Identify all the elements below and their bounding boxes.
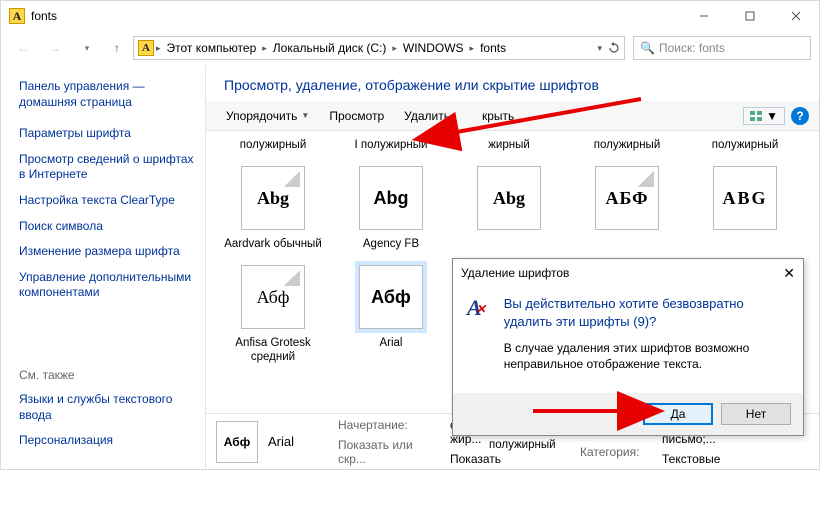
details-key: Категория:: [580, 445, 652, 459]
window-title: fonts: [31, 9, 57, 23]
minimize-button[interactable]: [681, 1, 727, 31]
nav-forward-button[interactable]: →: [41, 36, 69, 60]
sidebar-link[interactable]: Управление дополнительными компонентами: [19, 270, 195, 301]
font-item[interactable]: Abg: [450, 162, 568, 261]
sidebar-link[interactable]: Настройка текста ClearType: [19, 193, 195, 209]
font-label[interactable]: I полужирный: [351, 135, 432, 162]
font-label: [741, 234, 749, 248]
explorer-window: A fonts ← → ▾ ↑ A ▸ Этот компьютер ▸ Лок…: [0, 0, 820, 470]
chevron-down-icon: ▼: [301, 111, 309, 120]
dialog-titlebar: Удаление шрифтов ✕: [453, 259, 803, 287]
close-button[interactable]: [773, 1, 819, 31]
font-thumb: ABG: [713, 166, 777, 230]
sidebar-link[interactable]: Персонализация: [19, 433, 195, 449]
font-label: полужирный: [489, 439, 556, 451]
font-thumb: Abg: [359, 166, 423, 230]
see-also-heading: См. также: [19, 368, 195, 382]
chevron-right-icon[interactable]: ▸: [470, 43, 475, 54]
sidebar-link[interactable]: Параметры шрифта: [19, 126, 195, 142]
breadcrumb[interactable]: A ▸ Этот компьютер ▸ Локальный диск (C:)…: [133, 36, 625, 60]
font-item[interactable]: Abg Agency FB: [332, 162, 450, 261]
chevron-right-icon[interactable]: ▸: [392, 43, 397, 54]
font-item[interactable]: Abg Aardvark обычный: [214, 162, 332, 261]
nav-recent-button[interactable]: ▾: [73, 36, 101, 60]
refresh-button[interactable]: [604, 42, 624, 54]
breadcrumb-seg[interactable]: Локальный диск (C:): [269, 41, 391, 55]
font-label: Anfisa Grotesk средний: [214, 333, 332, 373]
font-item-selected[interactable]: Абф Arial: [332, 261, 450, 373]
font-thumb: АБФ: [595, 166, 659, 230]
font-item[interactable]: АБФ: [568, 162, 686, 261]
font-thumb: Абф: [359, 265, 423, 329]
fonts-folder-icon: A: [138, 40, 154, 56]
sidebar-link[interactable]: Поиск символа: [19, 219, 195, 235]
search-icon: 🔍: [640, 41, 655, 55]
fonts-folder-icon: A: [9, 8, 25, 24]
annotation-arrow: [431, 93, 651, 146]
sidebar-link[interactable]: Просмотр сведений о шрифтах в Интернете: [19, 152, 195, 183]
chevron-right-icon[interactable]: ▸: [156, 43, 161, 54]
font-label: Aardvark обычный: [220, 234, 326, 261]
font-thumb: Abg: [477, 166, 541, 230]
font-item[interactable]: Абф Anfisa Grotesk средний: [214, 261, 332, 373]
font-delete-icon: A✕: [467, 295, 492, 393]
search-input[interactable]: 🔍 Поиск: fonts: [633, 36, 811, 60]
font-thumb: Abg: [241, 166, 305, 230]
breadcrumb-seg[interactable]: Этот компьютер: [163, 41, 261, 55]
breadcrumb-seg[interactable]: WINDOWS: [399, 41, 468, 55]
control-panel-home-link[interactable]: Панель управления — домашняя страница: [19, 79, 195, 110]
details-value: Показать: [450, 452, 570, 466]
view-mode-button[interactable]: ▼: [743, 107, 785, 125]
maximize-button[interactable]: [727, 1, 773, 31]
font-label[interactable]: полужирный: [708, 135, 783, 162]
help-button[interactable]: ?: [791, 107, 809, 125]
nav-back-button[interactable]: ←: [9, 36, 37, 60]
details-key: Показать или скр...: [338, 438, 440, 466]
breadcrumb-seg[interactable]: fonts: [476, 41, 510, 55]
view-button[interactable]: Просмотр: [319, 101, 394, 130]
side-panel: Панель управления — домашняя страница Па…: [1, 65, 205, 469]
chevron-down-icon: ▼: [766, 109, 778, 123]
dialog-question: Вы действительно хотите безвозвратно уда…: [504, 295, 789, 330]
dialog-close-button[interactable]: ✕: [783, 265, 795, 282]
font-label: [505, 234, 513, 248]
titlebar: A fonts: [1, 1, 819, 31]
dialog-title: Удаление шрифтов: [461, 266, 569, 280]
organize-label: Упорядочить: [226, 109, 297, 123]
search-placeholder: Поиск: fonts: [659, 41, 725, 55]
details-thumb: Абф: [216, 421, 258, 463]
details-value: Текстовые: [662, 452, 809, 466]
font-item[interactable]: ABG: [686, 162, 804, 261]
address-bar: ← → ▾ ↑ A ▸ Этот компьютер ▸ Локальный д…: [1, 31, 819, 65]
nav-up-button[interactable]: ↑: [105, 36, 129, 60]
font-label[interactable]: полужирный: [236, 135, 311, 162]
annotation-arrow: [529, 399, 679, 426]
details-key: Начертание:: [338, 418, 440, 432]
chevron-down-icon[interactable]: ▾: [597, 43, 602, 54]
font-label: Agency FB: [359, 234, 423, 261]
font-label: [623, 234, 631, 248]
sidebar-link[interactable]: Языки и службы текстового ввода: [19, 392, 195, 423]
font-thumb: Абф: [241, 265, 305, 329]
sidebar-link[interactable]: Изменение размера шрифта: [19, 244, 195, 260]
font-label: Arial: [375, 333, 406, 360]
chevron-right-icon[interactable]: ▸: [262, 43, 267, 54]
organize-button[interactable]: Упорядочить ▼: [216, 101, 319, 130]
details-name: Arial: [268, 434, 328, 449]
view-label: Просмотр: [329, 109, 384, 123]
dialog-warning: В случае удаления этих шрифтов возможно …: [504, 340, 789, 372]
dialog-no-button[interactable]: Нет: [721, 403, 791, 425]
